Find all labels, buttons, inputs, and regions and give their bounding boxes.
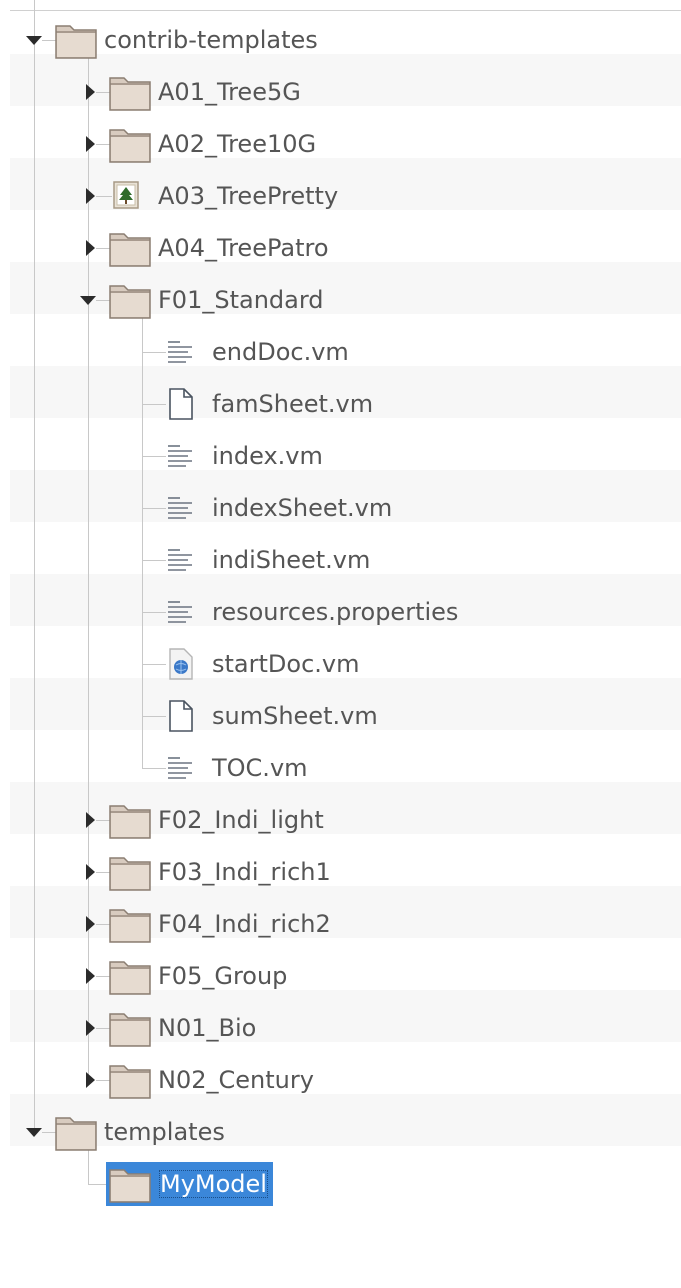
collapse-triangle-icon[interactable] [25,1124,42,1140]
tree-node-label-n02-century[interactable]: N02_Century [158,1065,314,1095]
tree-node-label-mymodel[interactable]: MyModel [158,1169,269,1199]
folder-icon[interactable] [108,852,152,892]
tree-node-label-templates[interactable]: templates [104,1117,225,1147]
folder-icon[interactable] [108,1164,152,1204]
tree-connector-line [142,316,143,768]
tree-node-label-indisheet-vm[interactable]: indiSheet.vm [212,545,370,575]
folder-icon[interactable] [108,800,152,840]
tree-node-label-a03-treepretty[interactable]: A03_TreePretty [158,181,338,211]
text-file-icon[interactable] [162,540,206,580]
tree-connector-line [34,0,35,1132]
tree-connector-line [88,1148,89,1184]
collapse-triangle-icon[interactable] [79,292,96,308]
expand-triangle-icon[interactable] [82,1019,98,1036]
tree-node-label-contrib-templates[interactable]: contrib-templates [104,25,318,55]
expand-triangle-icon[interactable] [82,811,98,828]
expand-triangle-icon[interactable] [82,83,98,100]
tree-node-label-a04-treepatro[interactable]: A04_TreePatro [158,233,329,263]
expand-triangle-icon[interactable] [82,863,98,880]
web-file-icon[interactable] [162,644,206,684]
folder-icon[interactable] [108,1008,152,1048]
tree-image-icon[interactable] [108,176,152,216]
tree-node-label-startdoc-vm[interactable]: startDoc.vm [212,649,359,679]
tree-node-label-f02-indi-light[interactable]: F02_Indi_light [158,805,324,835]
folder-icon[interactable] [108,904,152,944]
folder-icon[interactable] [108,1060,152,1100]
tree-node-label-a02-tree10g[interactable]: A02_Tree10G [158,129,316,159]
blank-file-icon[interactable] [162,696,206,736]
folder-icon[interactable] [108,280,152,320]
tree-node-label-f04-indi-rich2[interactable]: F04_Indi_rich2 [158,909,331,939]
expand-triangle-icon[interactable] [82,967,98,984]
folder-icon[interactable] [108,124,152,164]
blank-file-icon[interactable] [162,384,206,424]
expand-triangle-icon[interactable] [82,135,98,152]
folder-icon[interactable] [108,72,152,112]
template-tree: contrib-templates A01_Tree5G A02_Tree10G… [0,0,681,1288]
expand-triangle-icon[interactable] [82,239,98,256]
folder-icon[interactable] [108,228,152,268]
folder-icon[interactable] [54,1112,98,1152]
text-file-icon[interactable] [162,436,206,476]
text-file-icon[interactable] [162,332,206,372]
text-file-icon[interactable] [162,748,206,788]
tree-node-label-sumsheet-vm[interactable]: sumSheet.vm [212,701,378,731]
tree-node-label-f05-group[interactable]: F05_Group [158,961,287,991]
tree-node-label-f01-standard[interactable]: F01_Standard [158,285,324,315]
collapse-triangle-icon[interactable] [25,32,42,48]
tree-node-label-a01-tree5g[interactable]: A01_Tree5G [158,77,301,107]
expand-triangle-icon[interactable] [82,915,98,932]
tree-top-border [10,10,681,11]
tree-node-label-resources-properties[interactable]: resources.properties [212,597,458,627]
tree-node-label-index-vm[interactable]: index.vm [212,441,323,471]
expand-triangle-icon[interactable] [82,1071,98,1088]
tree-node-label-toc-vm[interactable]: TOC.vm [212,753,308,783]
folder-icon[interactable] [54,20,98,60]
text-file-icon[interactable] [162,592,206,632]
folder-icon[interactable] [108,956,152,996]
expand-triangle-icon[interactable] [82,187,98,204]
tree-node-label-famsheet-vm[interactable]: famSheet.vm [212,389,373,419]
tree-node-label-f03-indi-rich1[interactable]: F03_Indi_rich1 [158,857,331,887]
tree-node-label-enddoc-vm[interactable]: endDoc.vm [212,337,349,367]
text-file-icon[interactable] [162,488,206,528]
tree-node-label-indexsheet-vm[interactable]: indexSheet.vm [212,493,392,523]
tree-node-label-n01-bio[interactable]: N01_Bio [158,1013,256,1043]
